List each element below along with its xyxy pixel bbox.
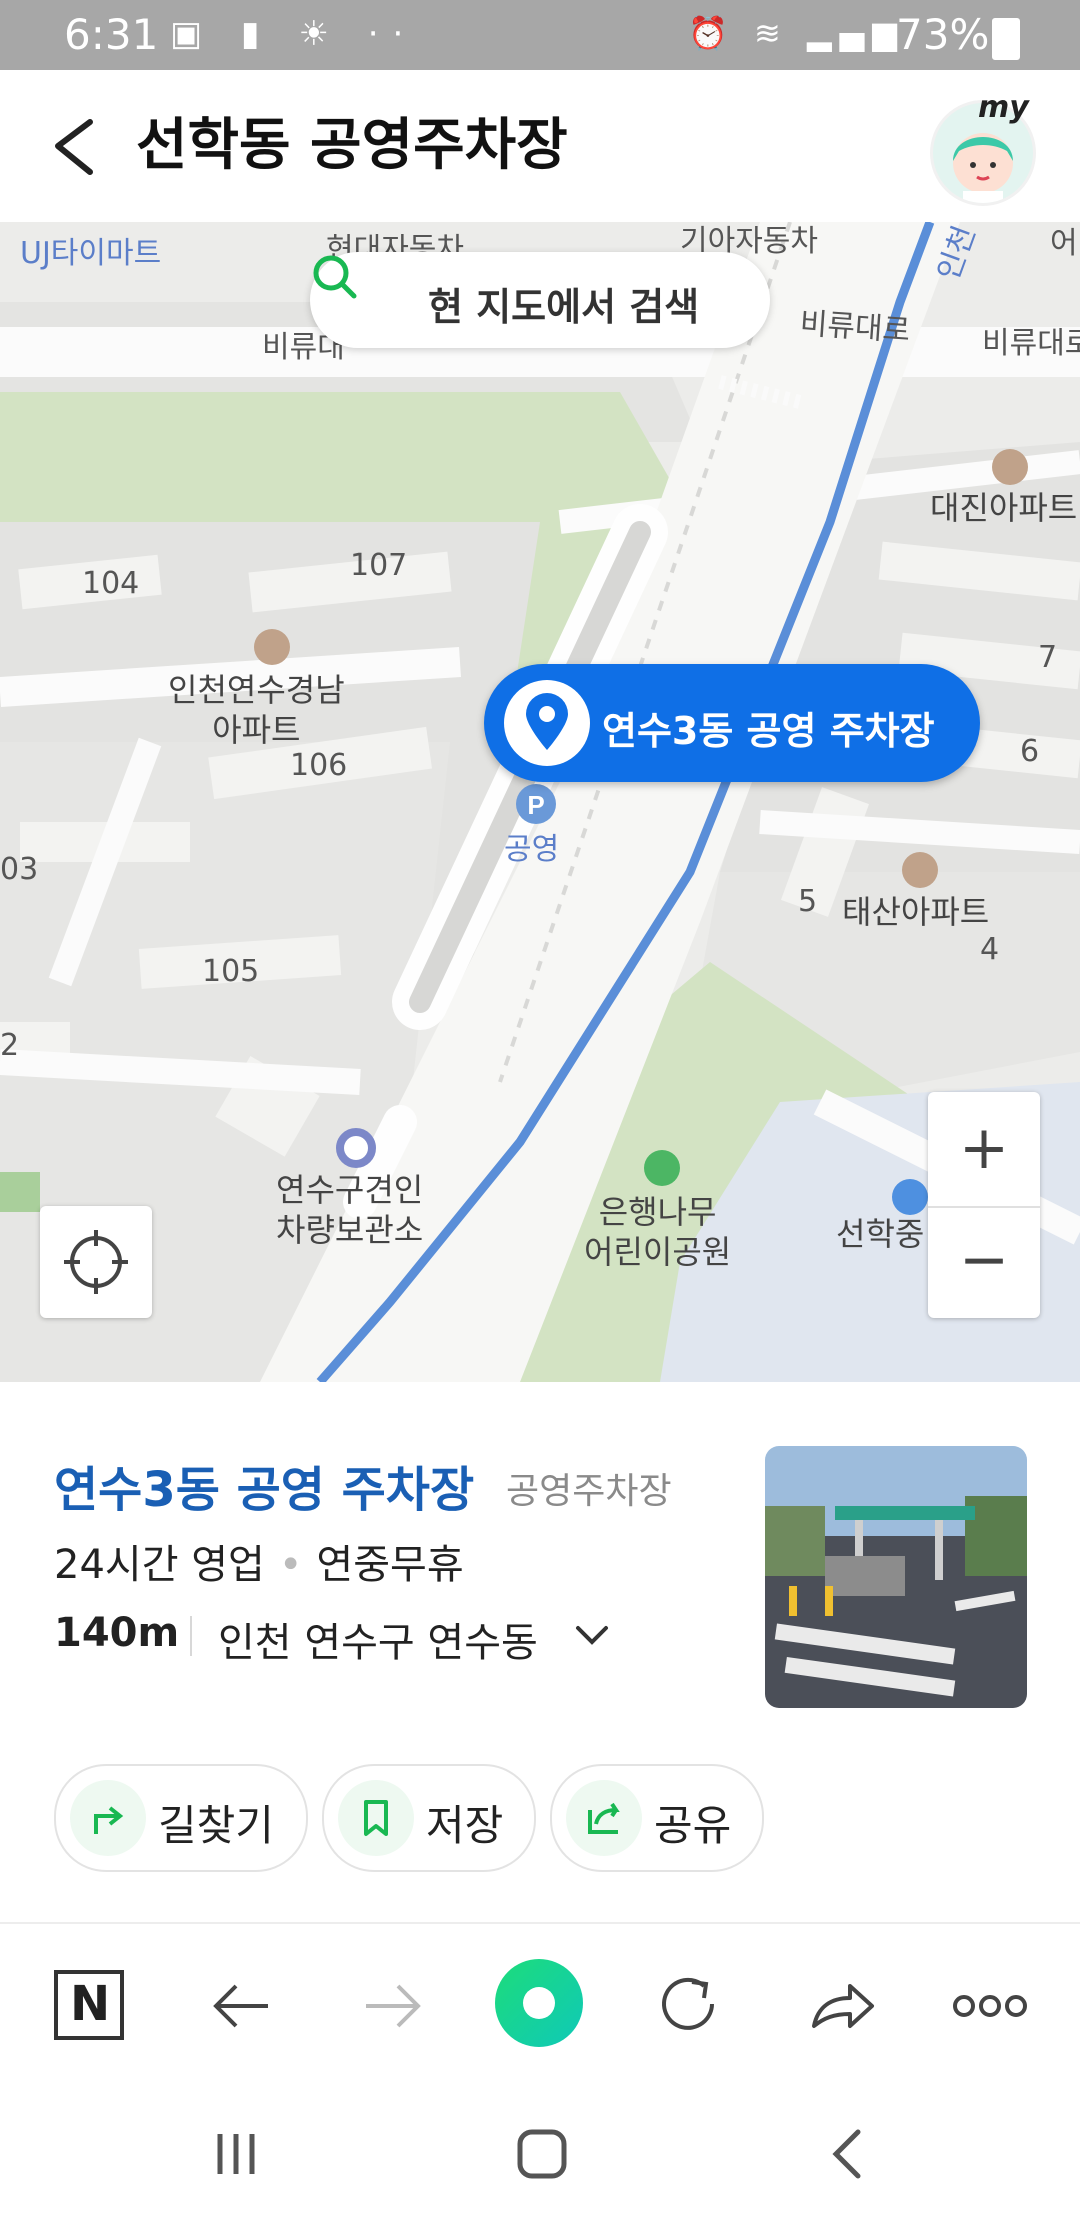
map-label-105: 105 [202,954,260,989]
map-label-parking: 공영 [504,832,560,867]
green-dot-button[interactable] [494,1958,584,2048]
zoom-controls: + − [928,1092,1040,1318]
map-label-103: 03 [0,852,39,887]
map-label-107: 107 [350,548,408,583]
map-label-taesan: 태산아파트 [842,893,990,931]
map-label-uj-mart: UJ타이마트 [20,236,162,271]
search-this-area-button[interactable]: 현 지도에서 검색 [310,252,770,348]
place-name[interactable]: 연수3동 공영 주차장 [54,1450,474,1520]
zoom-in-button[interactable]: + [928,1092,1040,1204]
map-label-4: 4 [980,932,1000,967]
battery-percent: 73% [896,10,990,59]
map-label-2: 2 [0,1028,20,1063]
map-label-top-right: 어 [1050,226,1078,261]
map-label-6: 6 [1020,734,1040,769]
map-label-7: 7 [1038,640,1058,675]
map-canvas: P [0,222,1080,1382]
map-label-tow-storage: 연수구견인 차량보관소 [276,1171,424,1249]
home-icon [495,1959,583,2047]
address[interactable]: 인천 연수구 연수동 [218,1610,538,1668]
location-pin-icon [504,680,590,766]
browser-toolbar: N [0,1922,1080,2084]
business-hours: 24시간 영업 • 연중무휴 [54,1532,464,1590]
map-label-gyeongnam: 인천연수경남 아파트 [168,671,345,749]
hours-text: 24시간 영업 [54,1542,265,1588]
separator-dot: • [278,1542,303,1588]
selected-place-callout[interactable]: 연수3동 공영 주차장 [484,664,980,782]
share-label: 공유 [654,1801,732,1850]
map-label-road-2: 비류대로 [798,306,912,349]
home-button-icon[interactable] [512,2124,572,2184]
holiday-text: 연중무휴 [316,1542,464,1588]
bookmark-icon [338,1780,414,1856]
refresh-button[interactable] [648,1964,732,2048]
svg-text:P: P [527,790,544,820]
forward-arrow-button[interactable] [350,1964,434,2048]
map-label-daejin: 대진아파트 [930,489,1078,527]
save-label: 저장 [426,1801,504,1850]
current-location-button[interactable] [40,1206,152,1318]
map-label-road-3: 비류대로 [982,326,1080,361]
refresh-icon [662,1977,714,2030]
naver-logo: N [70,1976,111,2032]
map-label-ginkgo-park: 은행나무 어린이공원 [584,1193,732,1271]
map-label-5: 5 [798,884,818,919]
search-this-area-label: 현 지도에서 검색 [428,285,700,329]
divider [190,1616,192,1656]
share-icon [566,1780,642,1856]
app-header: 선학동 공영주차장 my [0,70,1080,223]
place-photo[interactable] [765,1446,1027,1708]
system-nav-bar [0,2082,1080,2220]
more-button[interactable] [948,1964,1032,2048]
save-button[interactable]: 저장 [322,1764,536,1872]
place-info-panel: 연수3동 공영 주차장 공영주차장 24시간 영업 • 연중무휴 140m 인천 연… [0,1382,1080,1922]
route-arrow-icon [70,1780,146,1856]
map-label-school: 선학중 [836,1215,925,1253]
search-icon [313,255,357,299]
chevron-left-icon [55,119,93,175]
naver-home-button[interactable]: N [48,1964,132,2048]
forward-arrow-icon [366,1984,421,2028]
apartment-marker [992,449,1028,485]
back-button[interactable] [44,110,114,182]
back-arrow-icon [213,1984,268,2028]
back-arrow-button[interactable] [200,1964,284,2048]
more-icon [953,1995,1027,2017]
system-back-icon[interactable] [818,2124,878,2184]
clock: 6:31 [64,10,159,59]
distance: 140m [54,1610,180,1656]
crosshair-icon [64,1230,128,1294]
share-page-button[interactable] [800,1964,884,2048]
notification-icons: ▣ ▮ ☀ ·· [170,14,418,54]
zoom-out-button[interactable]: − [928,1206,1040,1320]
map-label-106: 106 [290,748,348,783]
my-label: my [978,90,1029,125]
connectivity-icons: ⏰ ≋ ▂▄▆ [688,14,905,52]
status-bar: 6:31 ▣ ▮ ☀ ·· ⏰ ≋ ▂▄▆ 73% [0,0,1080,70]
page-title: 선학동 공영주차장 [136,113,568,178]
directions-button[interactable]: 길찾기 [54,1764,308,1872]
callout-label: 연수3동 공영 주차장 [602,709,935,753]
directions-label: 길찾기 [158,1801,274,1850]
chevron-down-icon[interactable] [572,1622,612,1650]
recent-apps-icon[interactable] [206,2124,266,2184]
share-icon [812,1984,874,2028]
share-button[interactable]: 공유 [550,1764,764,1872]
map-view[interactable]: P UJ타이마트 현대자동차 기아자동차 비류대 비류대로 비류대로 인천 어 … [0,222,1080,1382]
place-category: 공영주차장 [506,1471,672,1512]
map-label-104: 104 [82,566,140,601]
battery-icon [992,18,1020,60]
